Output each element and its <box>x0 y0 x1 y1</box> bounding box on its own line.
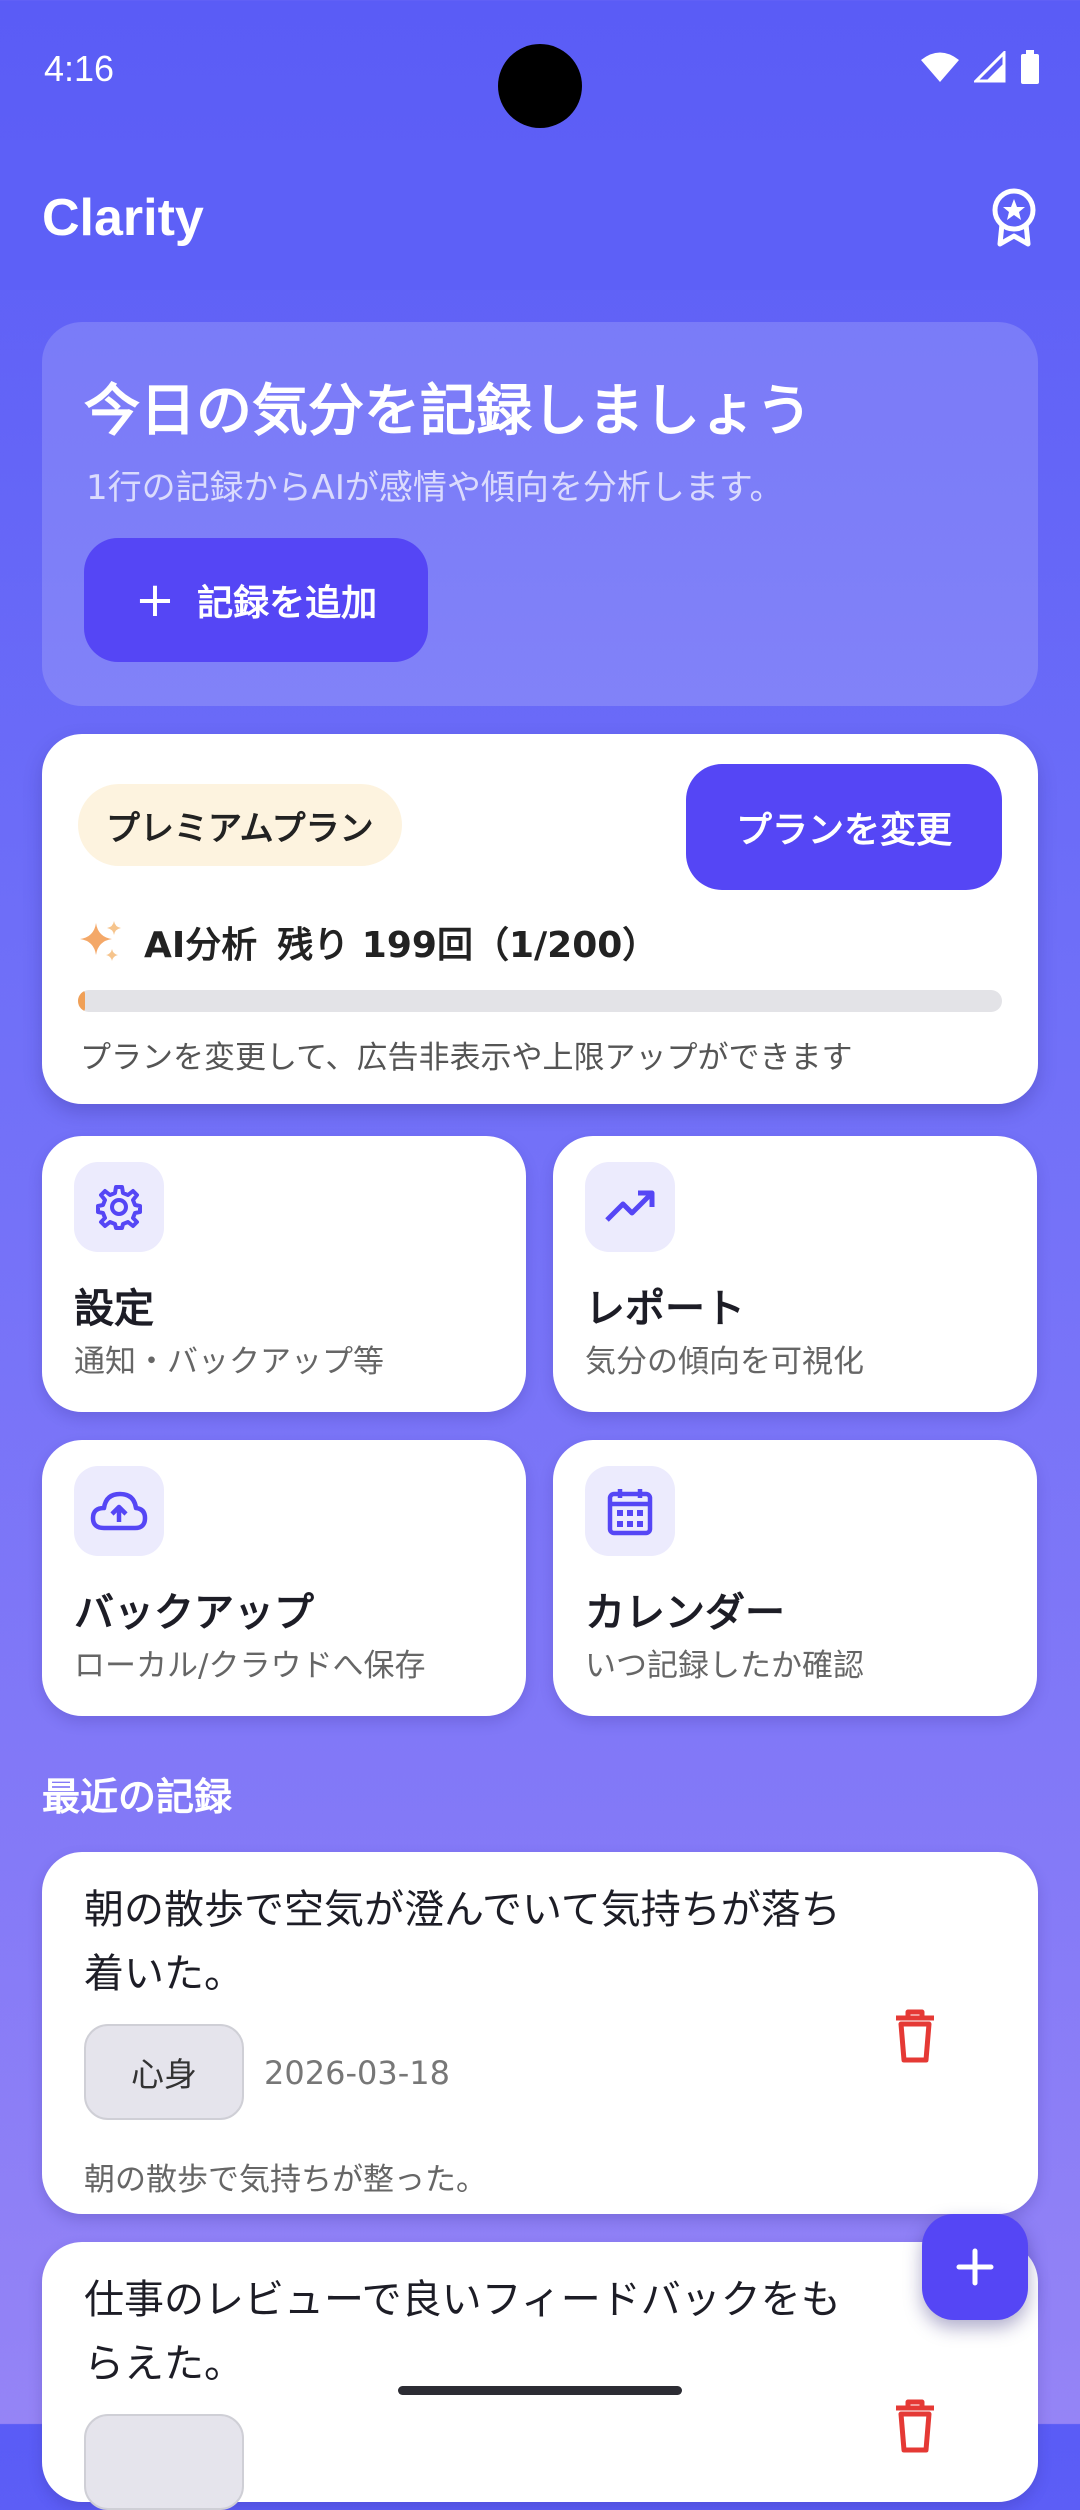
home-indicator[interactable] <box>398 2386 682 2395</box>
ai-usage-row: AI分析 残り 199回（1/200） <box>78 916 658 968</box>
hero-subtitle: 1行の記録からAIが感情や傾向を分析します。 <box>86 468 784 508</box>
tile-icon-container <box>74 1466 164 1556</box>
calendar-tile[interactable]: カレンダー いつ記録したか確認 <box>553 1440 1037 1716</box>
plan-badge: プレミアムプラン <box>78 784 402 866</box>
camera-cutout <box>498 44 582 128</box>
battery-icon <box>1021 50 1039 84</box>
entry-summary: 朝の散歩で気持ちが整った。 <box>84 2162 487 2198</box>
backup-tile[interactable]: バックアップ ローカル/クラウドへ保存 <box>42 1440 526 1716</box>
app-title: Clarity <box>42 189 204 247</box>
plan-card: プレミアムプラン プランを変更 AI分析 残り 199回（1/200） プランを… <box>42 734 1038 1104</box>
change-plan-button[interactable]: プランを変更 <box>686 764 1002 890</box>
recent-entry-card[interactable]: 仕事のレビューで良いフィードバックをもらえた。 <box>42 2242 1038 2510</box>
add-entry-button[interactable]: + 記録を追加 <box>84 538 428 662</box>
recent-entry-card[interactable]: 朝の散歩で空気が澄んでいて気持ちが落ち着いた。 心身 2026-03-18 朝の… <box>42 1852 1038 2214</box>
ai-usage-progress <box>78 990 1002 1012</box>
tile-title: バックアップ <box>74 1590 314 1636</box>
sparkles-icon <box>80 921 121 961</box>
status-bar: 4:16 <box>0 0 1080 140</box>
cloud-upload-icon <box>90 1491 148 1531</box>
tile-subtitle: 通知・バックアップ等 <box>74 1344 384 1380</box>
tile-icon-container <box>585 1162 675 1252</box>
tile-subtitle: ローカル/クラウドへ保存 <box>74 1648 426 1684</box>
wifi-icon <box>921 52 959 82</box>
status-icons <box>920 50 1040 84</box>
tile-title: 設定 <box>74 1286 154 1332</box>
gear-icon <box>96 1185 142 1230</box>
trending-up-icon <box>605 1190 655 1222</box>
hero-card: 今日の気分を記録しましょう 1行の記録からAIが感情や傾向を分析します。 + 記… <box>42 322 1038 706</box>
entry-text: 朝の散歩で空気が澄んでいて気持ちが落ち着いた。 <box>84 1887 841 1997</box>
signal-icon <box>974 51 1006 83</box>
award-icon[interactable] <box>984 184 1044 248</box>
entry-tag-chip[interactable] <box>84 2414 244 2510</box>
plan-note: プランを変更して、広告非表示や上限アップができます <box>80 1040 853 1076</box>
tile-icon-container <box>74 1162 164 1252</box>
report-tile[interactable]: レポート 気分の傾向を可視化 <box>553 1136 1037 1412</box>
settings-tile[interactable]: 設定 通知・バックアップ等 <box>42 1136 526 1412</box>
app-bar: Clarity <box>0 140 1080 290</box>
tile-subtitle: 気分の傾向を可視化 <box>585 1344 864 1380</box>
ai-usage-progress-fill <box>78 990 86 1012</box>
delete-icon[interactable] <box>892 2398 938 2454</box>
plus-icon: + <box>134 572 176 628</box>
entry-text: 仕事のレビューで良いフィードバックをもらえた。 <box>84 2277 841 2387</box>
hero-title: 今日の気分を記録しましょう <box>84 379 812 444</box>
entry-tag-chip[interactable]: 心身 <box>84 2024 244 2120</box>
delete-icon[interactable] <box>892 2008 938 2064</box>
ai-remaining: 残り 199回（1/200） <box>277 925 659 966</box>
entry-date: 2026-03-18 <box>264 2054 450 2092</box>
tile-subtitle: いつ記録したか確認 <box>585 1648 864 1684</box>
tile-icon-container <box>585 1466 675 1556</box>
calendar-icon <box>607 1489 653 1536</box>
tile-title: カレンダー <box>585 1590 785 1636</box>
plus-icon <box>956 2248 994 2286</box>
status-time: 4:16 <box>44 48 115 89</box>
ai-label: AI分析 <box>144 925 258 966</box>
tile-title: レポート <box>585 1286 745 1332</box>
recent-section-title: 最近の記録 <box>42 1775 233 1819</box>
add-entry-label: 記録を追加 <box>197 583 378 624</box>
floating-add-button[interactable] <box>922 2214 1028 2320</box>
